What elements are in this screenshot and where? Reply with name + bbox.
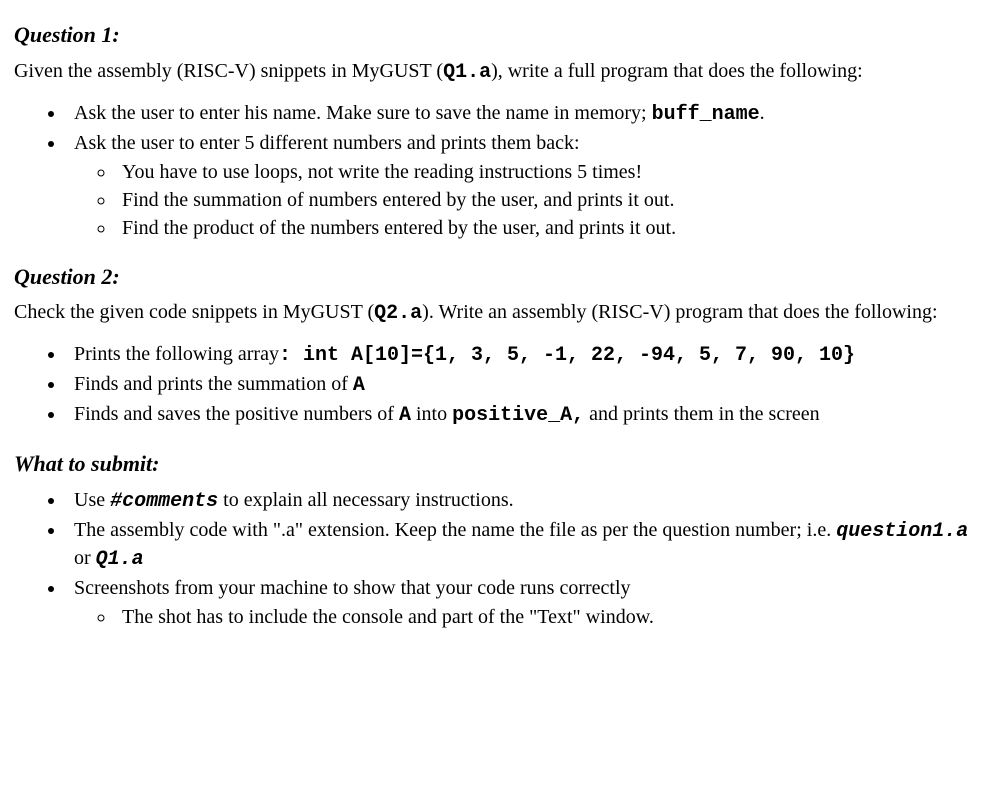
code-q2a: Q2.a <box>374 302 422 325</box>
q2-bullets: Prints the following array: int A[10]={1… <box>14 341 969 429</box>
list-item: Prints the following array: int A[10]={1… <box>66 341 969 369</box>
list-item: Finds and saves the positive numbers of … <box>66 401 969 429</box>
list-item: Screenshots from your machine to show th… <box>66 575 969 631</box>
text: Screenshots from your machine to show th… <box>74 577 631 599</box>
text: You have to use loops, not write the rea… <box>122 161 642 183</box>
text: Finds and prints the summation of <box>74 373 353 395</box>
code-q1a: Q1.a <box>443 61 491 84</box>
code-filename2: Q1.a <box>96 548 144 571</box>
q1-intro: Given the assembly (RISC-V) snippets in … <box>14 58 969 86</box>
text: Ask the user to enter his name. Make sur… <box>74 102 652 124</box>
q1-bullets: Ask the user to enter his name. Make sur… <box>14 100 969 242</box>
list-item: Finds and prints the summation of A <box>66 371 969 399</box>
code-positive-a: positive_A, <box>452 404 584 427</box>
text: . <box>760 102 765 124</box>
text: to explain all necessary instructions. <box>218 489 513 511</box>
text: ). Write an assembly (RISC-V) program th… <box>422 301 937 323</box>
code-comments: #comments <box>110 490 218 513</box>
list-item: Use #comments to explain all necessary i… <box>66 487 969 515</box>
text: Finds and saves the positive numbers of <box>74 403 399 425</box>
code-array-decl: : int A[10]={1, 3, 5, -1, 22, -94, 5, 7,… <box>279 344 855 367</box>
text: ), write a full program that does the fo… <box>491 60 863 82</box>
text: The assembly code with ".a" extension. K… <box>74 519 836 541</box>
list-item: Find the product of the numbers entered … <box>116 215 969 242</box>
text: Check the given code snippets in MyGUST … <box>14 301 374 323</box>
text: Prints the following array <box>74 343 279 365</box>
q2-heading: Question 2: <box>14 262 969 292</box>
text: into <box>411 403 452 425</box>
q2-intro: Check the given code snippets in MyGUST … <box>14 299 969 327</box>
text: Use <box>74 489 110 511</box>
text: The shot has to include the console and … <box>122 606 654 628</box>
list-item: You have to use loops, not write the rea… <box>116 159 969 186</box>
submit-heading: What to submit: <box>14 449 969 479</box>
text: Ask the user to enter 5 different number… <box>74 132 580 154</box>
code-a: A <box>399 404 411 427</box>
q1-sub-bullets: You have to use loops, not write the rea… <box>74 159 969 242</box>
q1-heading: Question 1: <box>14 20 969 50</box>
text: Given the assembly (RISC-V) snippets in … <box>14 60 443 82</box>
text: Find the summation of numbers entered by… <box>122 189 674 211</box>
submit-bullets: Use #comments to explain all necessary i… <box>14 487 969 631</box>
code-filename1: question1.a <box>836 520 968 543</box>
list-item: Find the summation of numbers entered by… <box>116 187 969 214</box>
list-item: Ask the user to enter his name. Make sur… <box>66 100 969 128</box>
code-buff-name: buff_name <box>652 103 760 126</box>
list-item: The shot has to include the console and … <box>116 604 969 631</box>
list-item: Ask the user to enter 5 different number… <box>66 130 969 242</box>
submit-sub-bullets: The shot has to include the console and … <box>74 604 969 631</box>
list-item: The assembly code with ".a" extension. K… <box>66 517 969 573</box>
text: and prints them in the screen <box>584 403 820 425</box>
code-a: A <box>353 374 365 397</box>
text: or <box>74 547 96 569</box>
text: Find the product of the numbers entered … <box>122 217 676 239</box>
